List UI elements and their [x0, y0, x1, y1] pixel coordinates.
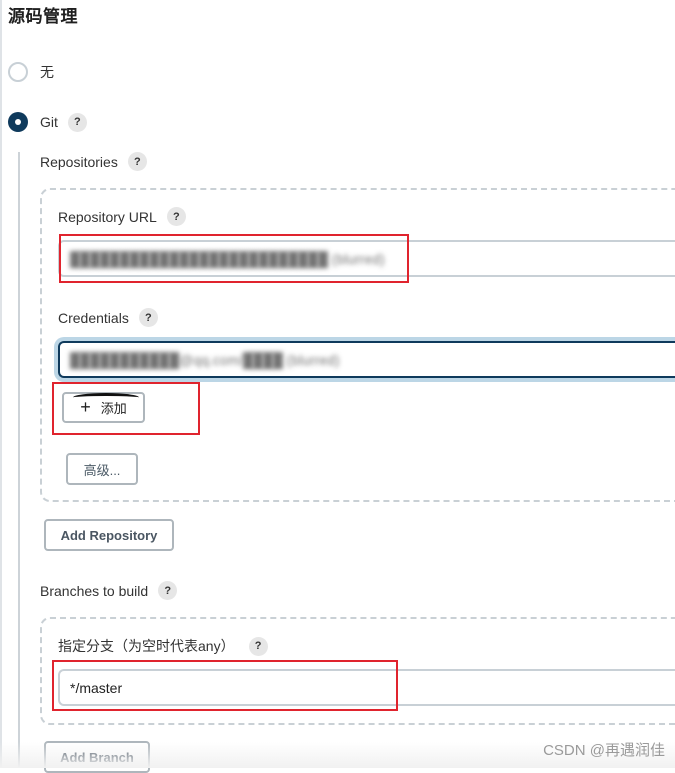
page-left-border — [0, 0, 2, 768]
help-icon-credentials[interactable]: ? — [138, 308, 158, 327]
branch-specifier-label: 指定分支（为空时代表any） ? — [58, 636, 268, 656]
branches-label-text: Branches to build — [40, 582, 149, 599]
branches-label: Branches to build ? — [40, 581, 178, 600]
branch-specifier-label-text: 指定分支（为空时代表any） — [58, 638, 235, 654]
git-nested-rule — [18, 152, 20, 768]
scm-option-none[interactable]: 无 — [8, 62, 54, 82]
repository-url-value: ██████████████████████████ (blurred) — [70, 250, 385, 267]
credentials-label-text: Credentials — [58, 309, 129, 326]
radio-none[interactable] — [8, 62, 28, 82]
credentials-label: Credentials ? — [58, 308, 158, 327]
branch-specifier-value: */master — [70, 679, 123, 696]
branch-specifier-input[interactable]: */master — [58, 669, 675, 706]
annotation-scribble — [73, 393, 139, 402]
section-title: 源码管理 — [8, 7, 78, 26]
credentials-value: ███████████@qq.com/████ (blurred) — [70, 351, 340, 368]
repository-url-input[interactable]: ██████████████████████████ (blurred) — [58, 240, 675, 277]
help-icon-branches[interactable]: ? — [158, 581, 178, 600]
credentials-select[interactable]: ███████████@qq.com/████ (blurred) — [58, 341, 675, 378]
watermark: CSDN @再遇润佳 — [543, 742, 665, 759]
help-icon-branch-specifier[interactable]: ? — [248, 636, 268, 656]
radio-label-none: 无 — [40, 64, 54, 80]
repositories-label: Repositories ? — [40, 152, 147, 171]
help-icon-git[interactable]: ? — [67, 112, 87, 132]
scm-option-git[interactable]: Git ? — [8, 112, 87, 132]
advanced-button[interactable]: 高级... — [66, 453, 138, 485]
repository-url-label-text: Repository URL — [58, 208, 157, 225]
help-icon-repositories[interactable]: ? — [127, 152, 147, 171]
repositories-label-text: Repositories — [40, 153, 118, 170]
add-repository-button[interactable]: Add Repository — [44, 519, 174, 551]
repository-url-label: Repository URL ? — [58, 207, 186, 226]
help-icon-repository-url[interactable]: ? — [166, 207, 186, 226]
radio-git[interactable] — [8, 112, 28, 132]
radio-label-git: Git — [40, 114, 58, 130]
